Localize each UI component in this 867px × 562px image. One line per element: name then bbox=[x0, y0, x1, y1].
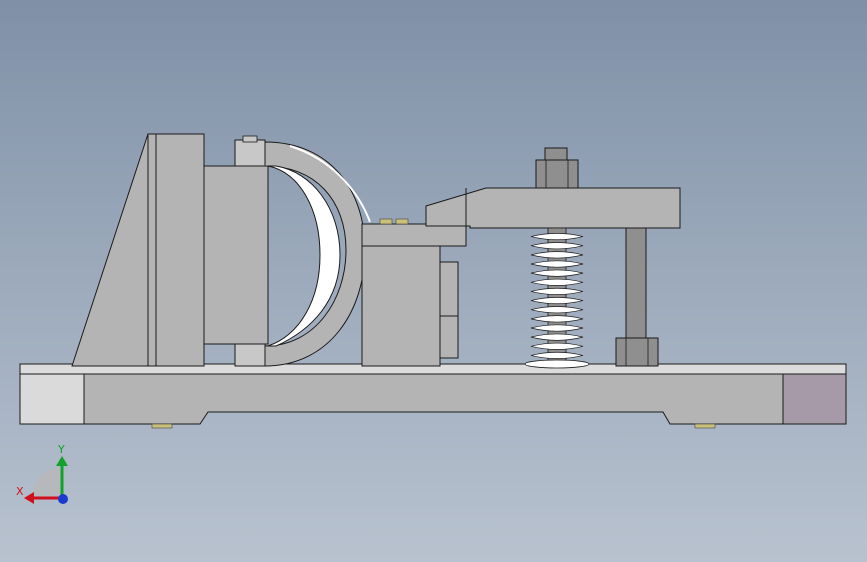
clamp-lever-body bbox=[425, 187, 681, 229]
base-plate-body bbox=[19, 373, 847, 425]
spring-coil bbox=[530, 333, 584, 341]
base-plate[interactable] bbox=[19, 363, 847, 429]
hinge-pin-top bbox=[234, 139, 266, 167]
spring-coil bbox=[530, 278, 584, 286]
bolt-top-nut bbox=[535, 159, 579, 189]
triad-x-arrow bbox=[24, 492, 34, 504]
center-block-body bbox=[361, 245, 441, 367]
triad-z-axis-dot bbox=[58, 494, 68, 504]
base-plate-right-purple-block bbox=[782, 373, 847, 425]
triad-xy-plane-quadrant bbox=[32, 468, 62, 498]
spring-coil bbox=[530, 351, 584, 359]
cad-viewport[interactable]: X Y bbox=[0, 0, 867, 562]
support-post-rod bbox=[625, 227, 647, 341]
base-plate-left-light-block bbox=[19, 373, 85, 425]
hinge-pin-top-cap bbox=[242, 135, 258, 143]
spring-coil bbox=[530, 233, 584, 241]
hinge-pin-bottom bbox=[234, 343, 266, 367]
clamp-assembly-model[interactable] bbox=[0, 0, 867, 562]
spring-coil bbox=[530, 260, 584, 268]
spring-bolt-assembly[interactable] bbox=[524, 147, 590, 369]
bottom-washer-right bbox=[694, 423, 716, 429]
center-block-side-upper bbox=[439, 261, 459, 317]
spring-coil bbox=[530, 269, 584, 277]
triad-graphic bbox=[24, 456, 68, 504]
support-post[interactable] bbox=[615, 227, 659, 367]
orientation-triad[interactable]: X Y bbox=[10, 440, 80, 510]
center-block-top-plate bbox=[361, 223, 467, 247]
hinge-block[interactable] bbox=[203, 135, 269, 367]
spring-coil bbox=[530, 306, 584, 314]
spring-coil bbox=[530, 242, 584, 250]
curved-arm-outer bbox=[264, 141, 366, 367]
spring-coil bbox=[530, 297, 584, 305]
left-support-bracket[interactable] bbox=[71, 133, 205, 367]
spring-coil bbox=[530, 324, 584, 332]
center-block-washer-2 bbox=[395, 218, 409, 225]
clamp-lever[interactable] bbox=[425, 187, 681, 229]
center-block[interactable] bbox=[361, 218, 467, 367]
curved-clamp-arm[interactable] bbox=[264, 141, 371, 367]
bracket-gusset bbox=[71, 133, 149, 367]
support-post-nut bbox=[615, 337, 659, 367]
spring-coil bbox=[530, 287, 584, 295]
spring-coil bbox=[530, 251, 584, 259]
hinge-block-body bbox=[203, 165, 269, 345]
bolt-top-nut-cap bbox=[544, 147, 568, 161]
triad-x-label: X bbox=[16, 485, 24, 498]
bottom-washer-left bbox=[151, 423, 173, 429]
triad-y-arrow bbox=[56, 456, 68, 466]
spring-base-washer bbox=[524, 359, 590, 369]
spring-coil bbox=[530, 315, 584, 323]
spring-coil bbox=[530, 342, 584, 350]
triad-y-label: Y bbox=[58, 443, 65, 456]
center-block-washer-1 bbox=[379, 218, 393, 225]
center-block-side-lower bbox=[439, 315, 459, 359]
